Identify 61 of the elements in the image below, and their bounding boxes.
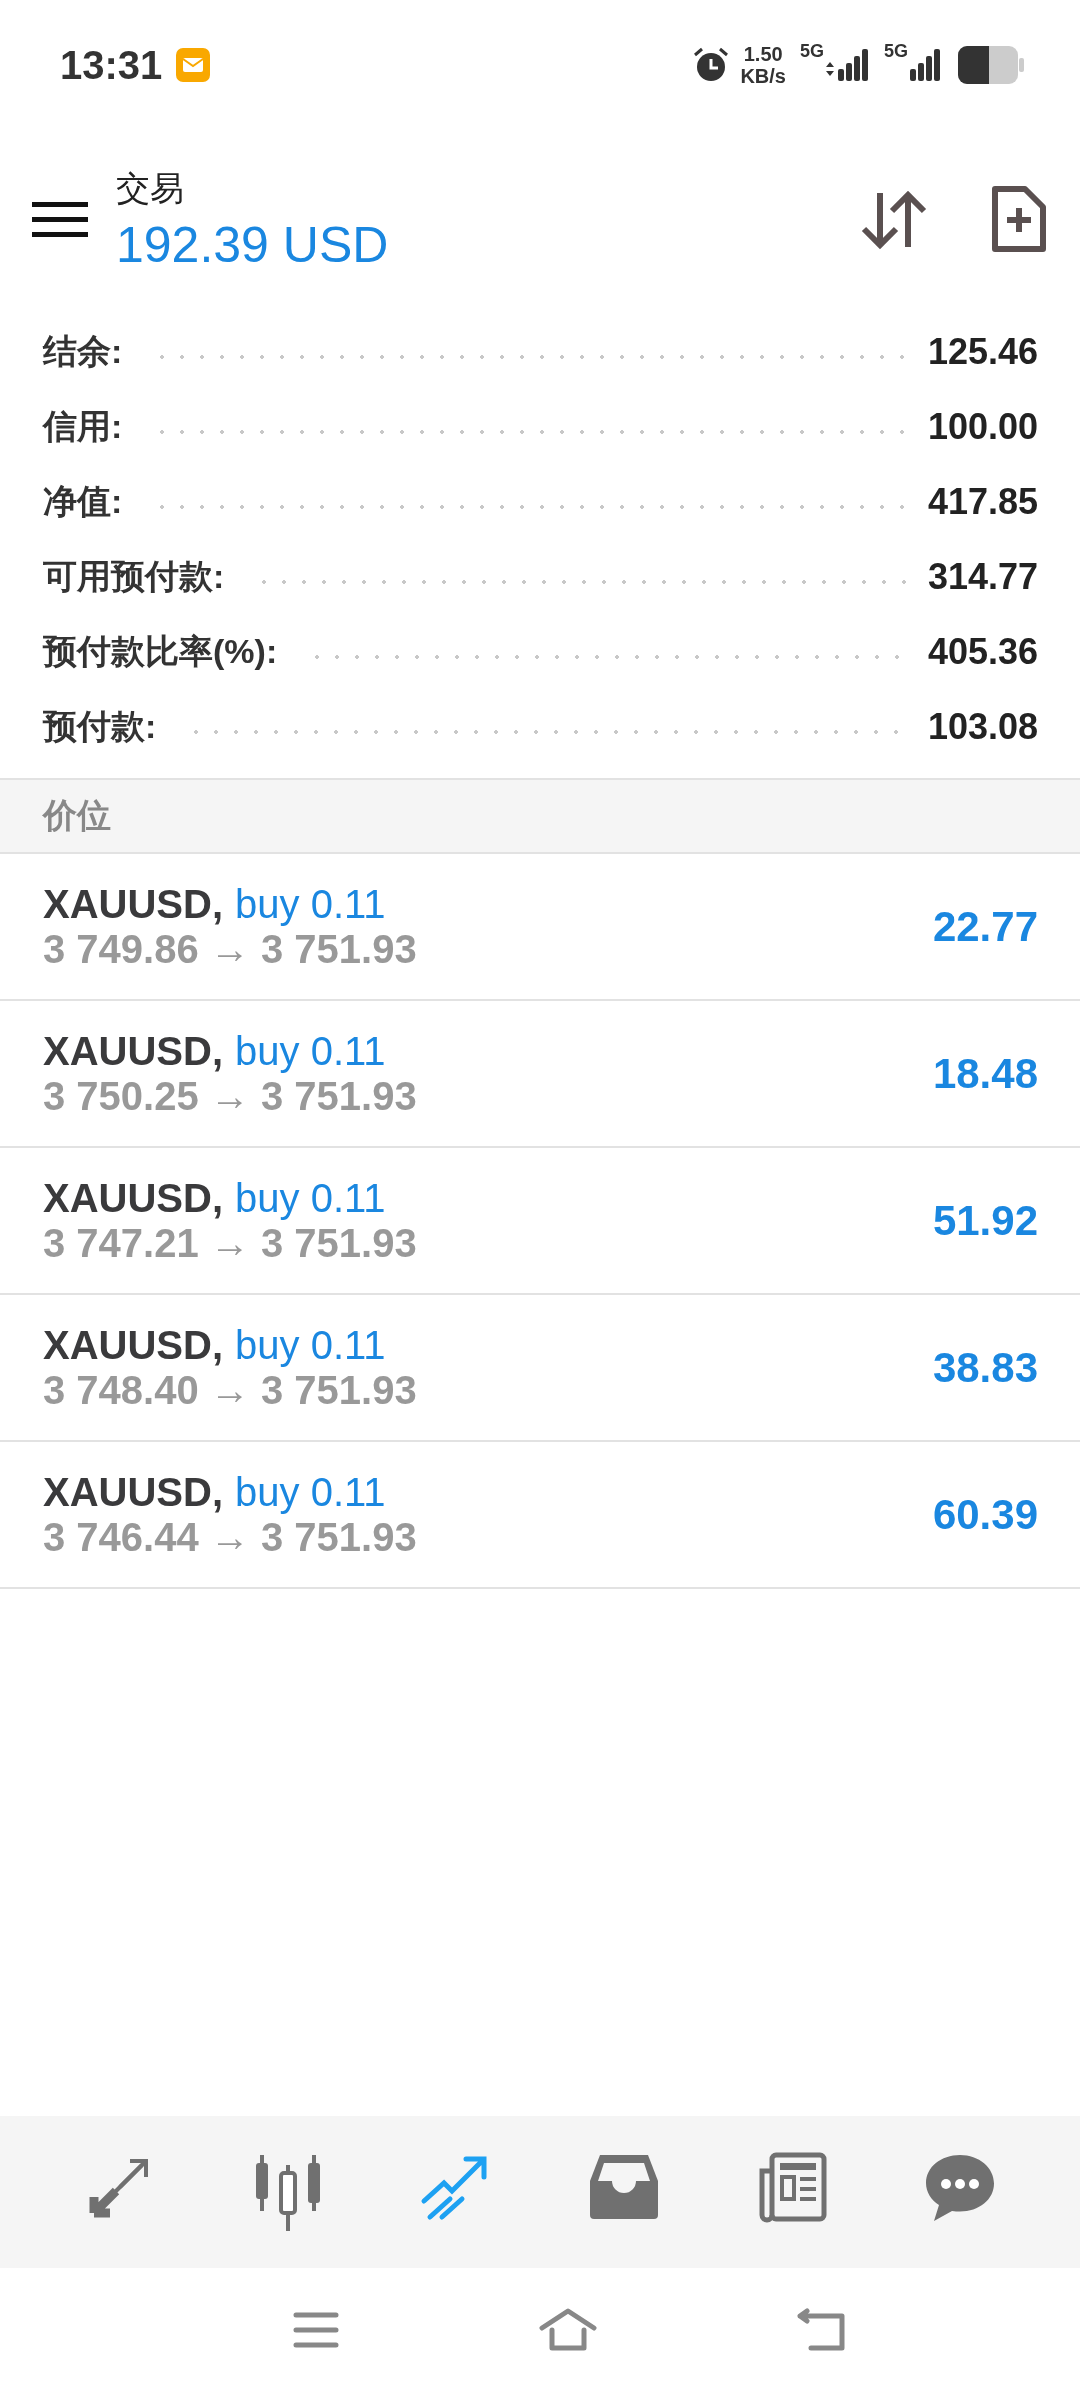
order-type-volume: buy 0.11 (235, 881, 386, 927)
position-row[interactable]: XAUUSD, buy 0.11 3 748.40 → 3 751.93 38.83 (0, 1295, 1080, 1442)
summary-value: 125.46 (927, 330, 1038, 373)
network-speed-unit: KB/s (740, 65, 786, 87)
alarm-clock-icon (692, 46, 731, 84)
summary-value: 103.08 (927, 705, 1038, 748)
network-type: 5G (799, 41, 824, 62)
position-row[interactable]: XAUUSD, buy 0.11 3 747.21 → 3 751.93 51.92 (0, 1148, 1080, 1295)
sort-button[interactable] (860, 189, 928, 251)
position-row[interactable]: XAUUSD, buy 0.11 3 749.86 → 3 751.93 22.77 (0, 854, 1080, 1001)
order-type-volume: buy 0.11 (235, 1175, 386, 1221)
battery-icon (958, 46, 1024, 84)
summary-label: 预付款: (43, 705, 157, 747)
position-symbol: XAUUSD, (43, 1175, 224, 1221)
back-icon (797, 2308, 847, 2352)
summary-label: 可用预付款: (43, 555, 225, 597)
price-change: 3 748.40 → 3 751.93 (43, 1367, 418, 1413)
new-order-button[interactable] (990, 186, 1046, 254)
position-profit: 60.39 (932, 1490, 1038, 1539)
back-button[interactable] (797, 2308, 847, 2352)
summary-label: 结余: (43, 330, 123, 372)
position-row[interactable]: XAUUSD, buy 0.11 3 750.25 → 3 751.93 18.48 (0, 1001, 1080, 1148)
network-type: 5G (884, 41, 908, 62)
network-speed: 1.50 (743, 43, 783, 65)
position-symbol: XAUUSD, (43, 1028, 224, 1074)
summary-value: 417.85 (927, 480, 1038, 523)
position-profit: 38.83 (932, 1343, 1038, 1392)
summary-value: 314.77 (927, 555, 1038, 598)
price-change: 3 750.25 → 3 751.93 (43, 1073, 418, 1119)
position-profit: 18.48 (932, 1049, 1038, 1098)
home-icon (539, 2308, 597, 2352)
price-change: 3 746.44 → 3 751.93 (43, 1514, 418, 1560)
position-profit: 22.77 (932, 902, 1038, 951)
recent-apps-button[interactable] (293, 2311, 339, 2349)
menu-button[interactable] (32, 200, 88, 240)
screen-title: 交易 (116, 168, 185, 209)
position-symbol: XAUUSD, (43, 881, 224, 927)
signal-icon (824, 47, 870, 83)
summary-label: 净值: (43, 480, 123, 522)
summary-label: 预付款比率(%): (43, 630, 278, 672)
order-type-volume: buy 0.11 (235, 1469, 386, 1515)
menu-icon (32, 200, 88, 240)
summary-label: 信用: (43, 405, 123, 447)
summary-value: 100.00 (927, 405, 1038, 448)
clock-time: 13:31 (60, 42, 163, 88)
add-document-icon (990, 186, 1046, 254)
position-symbol: XAUUSD, (43, 1469, 224, 1515)
mail-app-icon (176, 48, 211, 82)
price-change: 3 747.21 → 3 751.93 (43, 1220, 418, 1266)
position-row[interactable]: XAUUSD, buy 0.11 3 746.44 → 3 751.93 60.39 (0, 1442, 1080, 1589)
position-symbol: XAUUSD, (43, 1322, 224, 1368)
home-button[interactable] (539, 2308, 597, 2352)
price-change: 3 749.86 → 3 751.93 (43, 926, 418, 972)
summary-value: 405.36 (927, 630, 1038, 673)
sort-arrows-icon (860, 189, 928, 251)
menu-icon (293, 2311, 339, 2349)
position-profit: 51.92 (932, 1196, 1038, 1245)
order-type-volume: buy 0.11 (235, 1028, 386, 1074)
order-type-volume: buy 0.11 (235, 1322, 386, 1368)
section-title: 价位 (43, 795, 111, 836)
account-balance: 192.39 USD (116, 216, 390, 274)
